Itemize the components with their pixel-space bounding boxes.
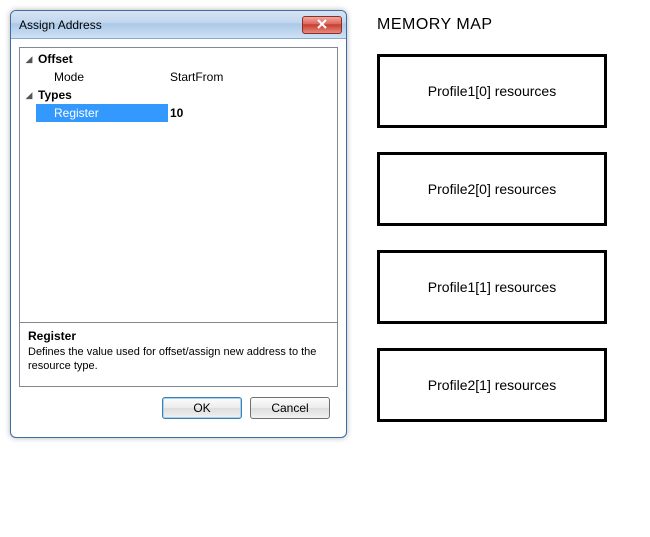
memory-block: Profile1[1] resources: [377, 250, 607, 324]
memory-block: Profile2[0] resources: [377, 152, 607, 226]
cancel-button[interactable]: Cancel: [250, 397, 330, 419]
close-button[interactable]: [302, 16, 342, 34]
memory-block: Profile1[0] resources: [377, 54, 607, 128]
section-label: Types: [36, 86, 168, 104]
property-section-types[interactable]: ◢ Types: [22, 86, 335, 104]
property-key: Mode: [36, 68, 168, 86]
property-key: Register: [36, 104, 168, 122]
section-label: Offset: [36, 50, 168, 68]
memory-block-label: Profile1[0] resources: [428, 83, 556, 99]
description-name: Register: [28, 329, 329, 343]
memory-map-title: MEMORY MAP: [377, 16, 607, 34]
property-grid[interactable]: ◢ Offset Mode StartFrom ◢ Types: [19, 47, 338, 387]
memory-block: Profile2[1] resources: [377, 348, 607, 422]
dialog-body: ◢ Offset Mode StartFrom ◢ Types: [11, 39, 346, 437]
dialog-button-row: OK Cancel: [19, 387, 338, 429]
memory-block-label: Profile1[1] resources: [428, 279, 556, 295]
dialog-title: Assign Address: [19, 18, 302, 32]
memory-block-label: Profile2[1] resources: [428, 377, 556, 393]
property-section-offset[interactable]: ◢ Offset: [22, 50, 335, 68]
memory-block-label: Profile2[0] resources: [428, 181, 556, 197]
property-row-register[interactable]: Register 10: [22, 104, 335, 122]
memory-map-column: MEMORY MAP Profile1[0] resources Profile…: [377, 10, 607, 422]
collapse-icon[interactable]: ◢: [22, 50, 36, 68]
property-grid-rows: ◢ Offset Mode StartFrom ◢ Types: [20, 48, 337, 322]
assign-address-dialog: Assign Address ◢ Offset Mode: [10, 10, 347, 438]
property-description-panel: Register Defines the value used for offs…: [20, 322, 337, 386]
close-icon: [317, 18, 327, 32]
titlebar[interactable]: Assign Address: [11, 11, 346, 39]
property-value[interactable]: StartFrom: [168, 68, 335, 86]
property-row-mode[interactable]: Mode StartFrom: [22, 68, 335, 86]
ok-button[interactable]: OK: [162, 397, 242, 419]
collapse-icon[interactable]: ◢: [22, 86, 36, 104]
description-text: Defines the value used for offset/assign…: [28, 345, 329, 374]
property-value[interactable]: 10: [168, 104, 335, 122]
